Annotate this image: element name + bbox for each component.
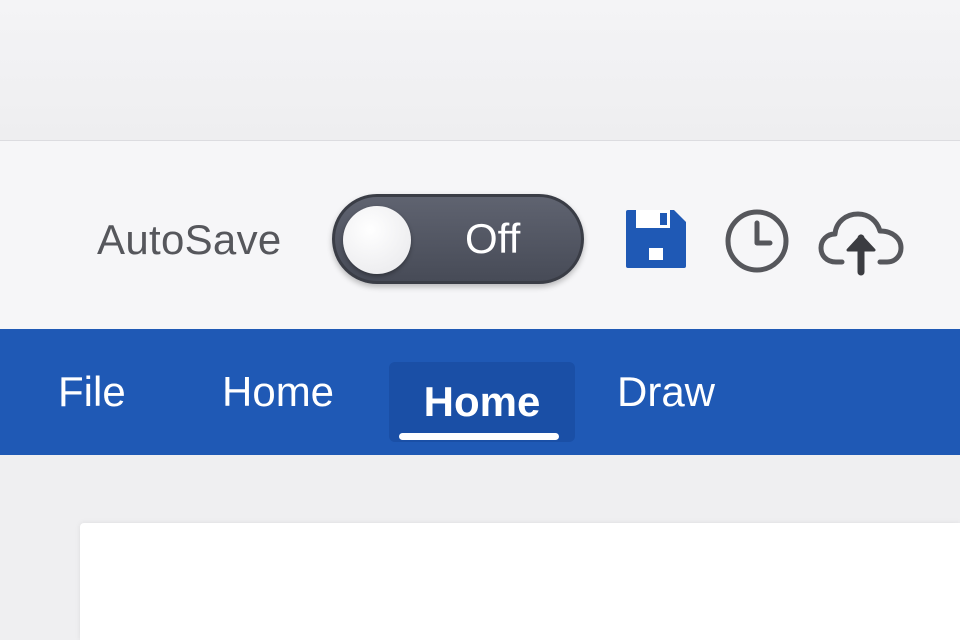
cloud-upload-button[interactable]: [818, 206, 904, 276]
document-page[interactable]: [80, 523, 960, 640]
tab-home-active-label: Home: [423, 378, 541, 425]
ribbon-tab-bar: File Home Home Draw: [0, 329, 960, 455]
toggle-state-label: Off: [465, 215, 521, 262]
tab-file[interactable]: File: [58, 329, 126, 455]
tab-home-active[interactable]: Home: [389, 362, 575, 442]
autosave-label: AutoSave: [97, 216, 282, 263]
top-backdrop: [0, 0, 960, 141]
tab-draw[interactable]: Draw: [617, 329, 715, 455]
save-icon: [626, 210, 686, 268]
toggle-knob: [343, 206, 411, 274]
active-tab-indicator: [399, 433, 559, 440]
version-history-button[interactable]: [724, 208, 790, 274]
clock-icon: [725, 209, 789, 273]
autosave-toggle[interactable]: Off: [332, 194, 584, 284]
tab-home[interactable]: Home: [222, 329, 334, 455]
cloud-upload-icon: [818, 211, 904, 276]
save-button[interactable]: [624, 208, 688, 270]
